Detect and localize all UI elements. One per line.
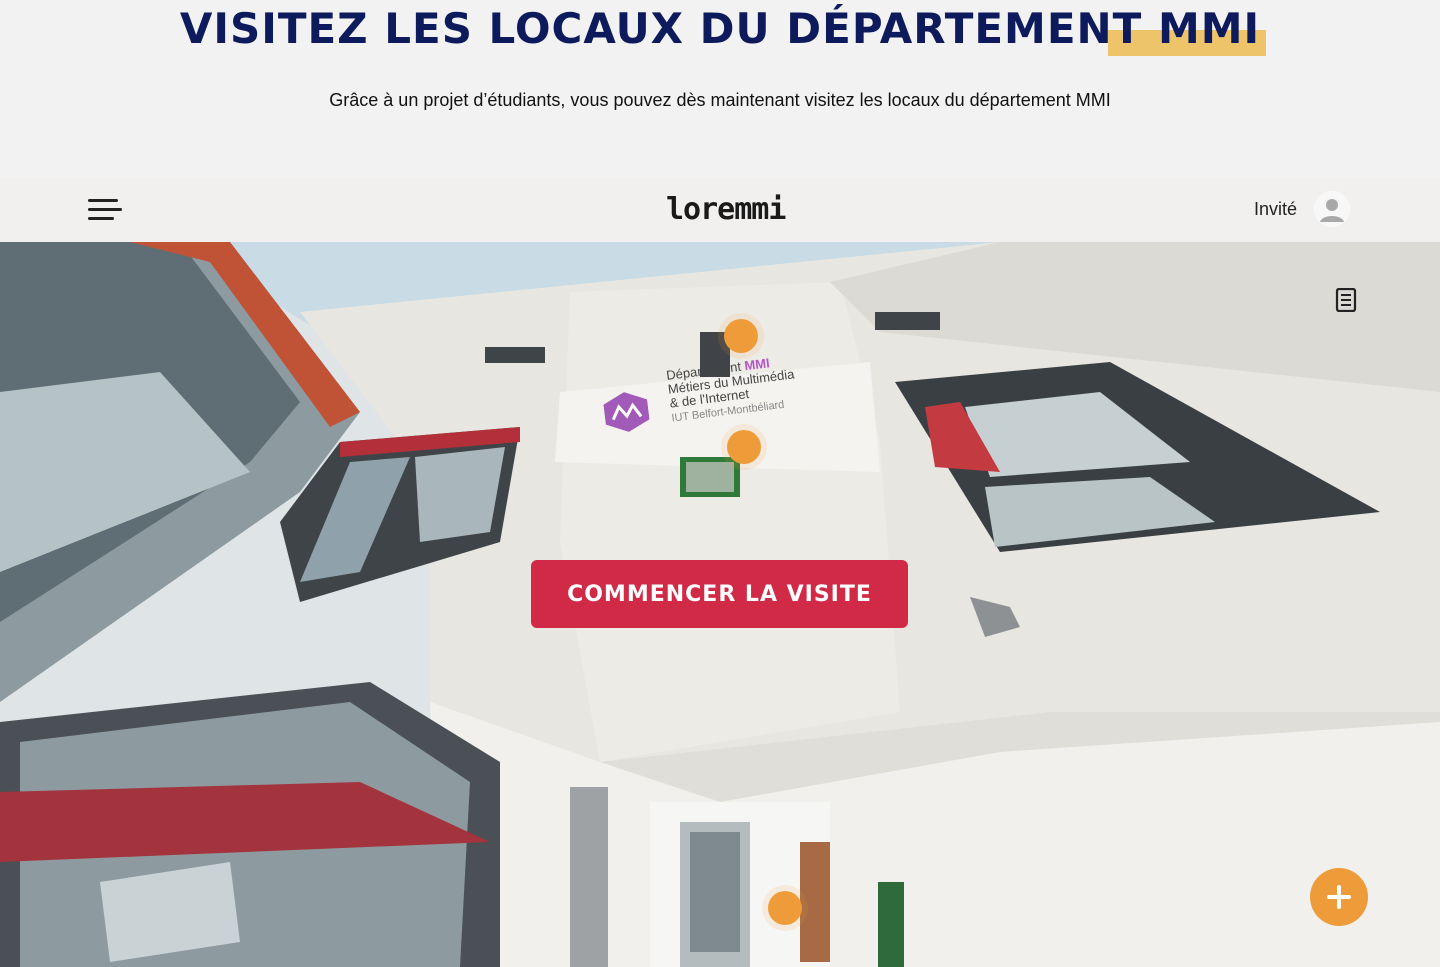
logo[interactable]: loremmi	[666, 192, 786, 228]
user-label: Invité	[1254, 199, 1298, 219]
mmi-logo-icon	[603, 392, 650, 432]
hotspot-upper-window[interactable]	[724, 319, 758, 353]
add-fab-button[interactable]	[1310, 868, 1368, 926]
hotspot-passage[interactable]	[768, 891, 802, 925]
virtual-tour-viewer[interactable]: loremmi Invité Département MMI Métiers d…	[0, 178, 1440, 967]
hamburger-menu-icon[interactable]	[88, 197, 122, 223]
hotspot-sign[interactable]	[727, 430, 761, 464]
user-avatar-icon	[1314, 191, 1350, 227]
document-list-icon[interactable]	[1334, 287, 1358, 313]
page-title: VISITEZ LES LOCAUX DU DÉPARTEMENT MMI	[179, 4, 1261, 53]
page-header: VISITEZ LES LOCAUX DU DÉPARTEMENT MMI Gr…	[0, 0, 1440, 178]
viewer-topbar: loremmi Invité	[0, 178, 1440, 242]
title-wrap: VISITEZ LES LOCAUX DU DÉPARTEMENT MMI	[0, 4, 1440, 53]
avatar[interactable]	[1314, 191, 1350, 227]
page-subtitle: Grâce à un projet d’étudiants, vous pouv…	[329, 90, 1111, 110]
start-tour-button[interactable]: COMMENCER LA VISITE	[531, 560, 908, 628]
